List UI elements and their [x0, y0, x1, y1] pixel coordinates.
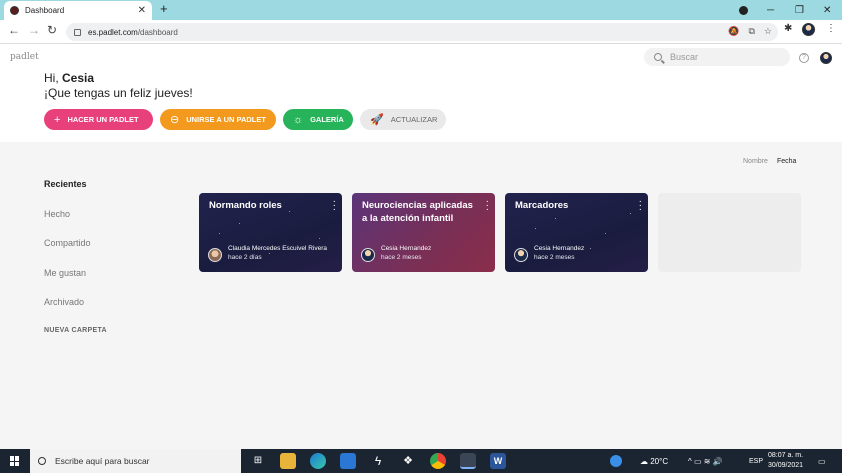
- task-view-icon[interactable]: ⊞: [250, 453, 266, 469]
- author-avatar: [514, 248, 528, 262]
- plus-icon: +: [54, 113, 61, 126]
- card-placeholder: [658, 193, 801, 272]
- padlet-card[interactable]: Marcadores · · · Cesia Hernandez hace 2 me…: [505, 193, 648, 272]
- forward-arrow-icon[interactable]: →: [28, 23, 40, 37]
- action-buttons: + HACER UN PADLET ⊖ UNIRSE A UN PADLET ☼…: [44, 109, 446, 130]
- padlet-favicon-icon: [10, 6, 19, 15]
- browser-tab-strip: Dashboard ✕ + ─ ❐ ✕: [0, 0, 842, 20]
- close-window-button[interactable]: ✕: [823, 0, 831, 20]
- sidebar-item-compartido[interactable]: Compartido: [44, 238, 91, 248]
- upgrade-label: ACTUALIZAR: [390, 115, 438, 124]
- lightbulb-icon: ☼: [293, 113, 304, 126]
- gallery-button[interactable]: ☼ GALERÍA: [283, 109, 353, 130]
- search-icon: [38, 457, 46, 465]
- taskbar-clock[interactable]: 08:07 a. m. 30/09/2021: [768, 451, 803, 471]
- card-date: hace 2 meses: [381, 254, 422, 261]
- make-padlet-button[interactable]: + HACER UN PADLET: [44, 109, 153, 130]
- new-folder-button[interactable]: NUEVA CARPETA: [44, 327, 107, 334]
- card-menu-icon[interactable]: · · ·: [639, 197, 642, 215]
- sidebar-item-archivado[interactable]: Archivado: [44, 297, 84, 307]
- sidebar-item-me-gustan[interactable]: Me gustan: [44, 268, 86, 278]
- extensions-puzzle-icon[interactable]: ✱: [784, 23, 792, 34]
- gallery-label: GALERÍA: [310, 115, 344, 124]
- url-host: es.padlet.com: [88, 27, 138, 37]
- clock-date: 30/09/2021: [768, 462, 804, 469]
- card-title: Marcadores: [515, 200, 569, 211]
- card-menu-icon[interactable]: · · ·: [333, 197, 336, 215]
- edge-icon[interactable]: [310, 453, 326, 469]
- card-title: Neurociencias aplicadas a la atención in…: [362, 200, 473, 224]
- card-author: Claudia Mercedes Escuivel Rivera: [228, 245, 327, 252]
- address-bar[interactable]: es.padlet.com/dashboard 🔕 ⧉ ☆: [66, 23, 778, 41]
- mail-icon[interactable]: [340, 453, 356, 469]
- file-explorer-icon[interactable]: [280, 453, 296, 469]
- chrome-icon[interactable]: [430, 453, 446, 469]
- browser-menu-icon[interactable]: ⋮: [826, 23, 836, 34]
- greeting: Hi, Cesia: [44, 71, 94, 85]
- search-input[interactable]: Buscar: [644, 48, 790, 66]
- help-tray-icon[interactable]: [610, 449, 622, 473]
- windows-taskbar: Escribe aquí para buscar ⊞ ϟ ❖ W ☁ 20°C …: [0, 449, 842, 473]
- weather-temp: 20°C: [650, 456, 669, 466]
- help-icon[interactable]: ?: [799, 53, 809, 63]
- padlet-card[interactable]: Neurociencias aplicadas a la atención in…: [352, 193, 495, 272]
- windows-start-icon[interactable]: [10, 456, 20, 466]
- search-placeholder: Buscar: [670, 52, 699, 62]
- card-date: hace 2 días: [228, 254, 262, 261]
- install-app-icon[interactable]: ⧉: [748, 26, 754, 37]
- join-padlet-label: UNIRSE A UN PADLET: [186, 115, 266, 124]
- card-author: Cesia Hernandez: [381, 245, 432, 252]
- card-date: hace 2 meses: [534, 254, 575, 261]
- card-author: Cesia Hernandez: [534, 245, 585, 252]
- rocket-icon: 🚀: [370, 114, 384, 126]
- cloud-icon: ☁: [640, 456, 648, 466]
- dropbox-icon[interactable]: ❖: [400, 453, 416, 469]
- join-padlet-button[interactable]: ⊖ UNIRSE A UN PADLET: [160, 109, 276, 130]
- word-icon[interactable]: W: [490, 453, 506, 469]
- weather-widget[interactable]: ☁ 20°C: [640, 449, 668, 473]
- winamp-icon[interactable]: ϟ: [370, 453, 386, 469]
- tab-close-icon[interactable]: ✕: [138, 5, 146, 16]
- padlet-header: padlet Buscar ? Hi, Cesia ¡Que tengas un…: [0, 44, 842, 142]
- notifications-icon[interactable]: ▭: [818, 449, 826, 473]
- browser-toolbar: ← → ↻ es.padlet.com/dashboard 🔕 ⧉ ☆ ✱ ⋮: [0, 20, 842, 44]
- new-tab-button[interactable]: +: [160, 1, 168, 16]
- padlet-card[interactable]: Normando roles · · · Claudia Mercedes Escu…: [199, 193, 342, 272]
- author-avatar: [208, 248, 222, 262]
- back-arrow-icon[interactable]: ←: [8, 23, 20, 37]
- user-avatar[interactable]: [820, 52, 832, 64]
- sort-by-name[interactable]: Nombre: [743, 158, 768, 165]
- minimize-button[interactable]: ─: [767, 0, 774, 20]
- make-padlet-label: HACER UN PADLET: [67, 115, 139, 124]
- language-indicator[interactable]: ESP: [749, 449, 763, 473]
- author-avatar: [361, 248, 375, 262]
- tab-dashboard[interactable]: Dashboard ✕: [4, 1, 152, 20]
- card-title: Normando roles: [209, 200, 282, 211]
- taskbar-search-placeholder: Escribe aquí para buscar: [55, 456, 150, 466]
- subgreeting: ¡Que tengas un feliz jueves!: [44, 86, 193, 100]
- extension-dot-icon[interactable]: [739, 0, 748, 20]
- card-menu-icon[interactable]: · · ·: [486, 197, 489, 215]
- sidebar-heading-recientes[interactable]: Recientes: [44, 179, 87, 189]
- chrome-active-icon[interactable]: [460, 453, 476, 469]
- link-icon: ⊖: [170, 114, 180, 126]
- reload-icon[interactable]: ↻: [47, 23, 57, 37]
- sidebar-item-hecho[interactable]: Hecho: [44, 209, 70, 219]
- bookmark-star-icon[interactable]: ☆: [764, 26, 772, 37]
- profile-avatar[interactable]: [802, 23, 815, 36]
- url-path: /dashboard: [137, 27, 178, 37]
- system-tray-icons[interactable]: ^ ▭ ≋ 🔊: [688, 449, 723, 473]
- sort-by-date[interactable]: Fecha: [777, 158, 796, 165]
- clock-time: 08:07 a. m.: [768, 452, 804, 459]
- notifications-blocked-icon[interactable]: 🔕: [728, 26, 739, 37]
- greeting-prefix: Hi,: [44, 71, 59, 85]
- upgrade-button[interactable]: 🚀 ACTUALIZAR: [360, 109, 446, 130]
- lock-icon: [74, 28, 81, 36]
- user-name: Cesia: [62, 71, 95, 85]
- maximize-button[interactable]: ❐: [795, 0, 804, 20]
- padlet-logo[interactable]: padlet: [10, 52, 39, 62]
- tab-title: Dashboard: [25, 6, 65, 15]
- search-icon: [654, 53, 662, 61]
- taskbar-search-input[interactable]: Escribe aquí para buscar: [30, 449, 241, 473]
